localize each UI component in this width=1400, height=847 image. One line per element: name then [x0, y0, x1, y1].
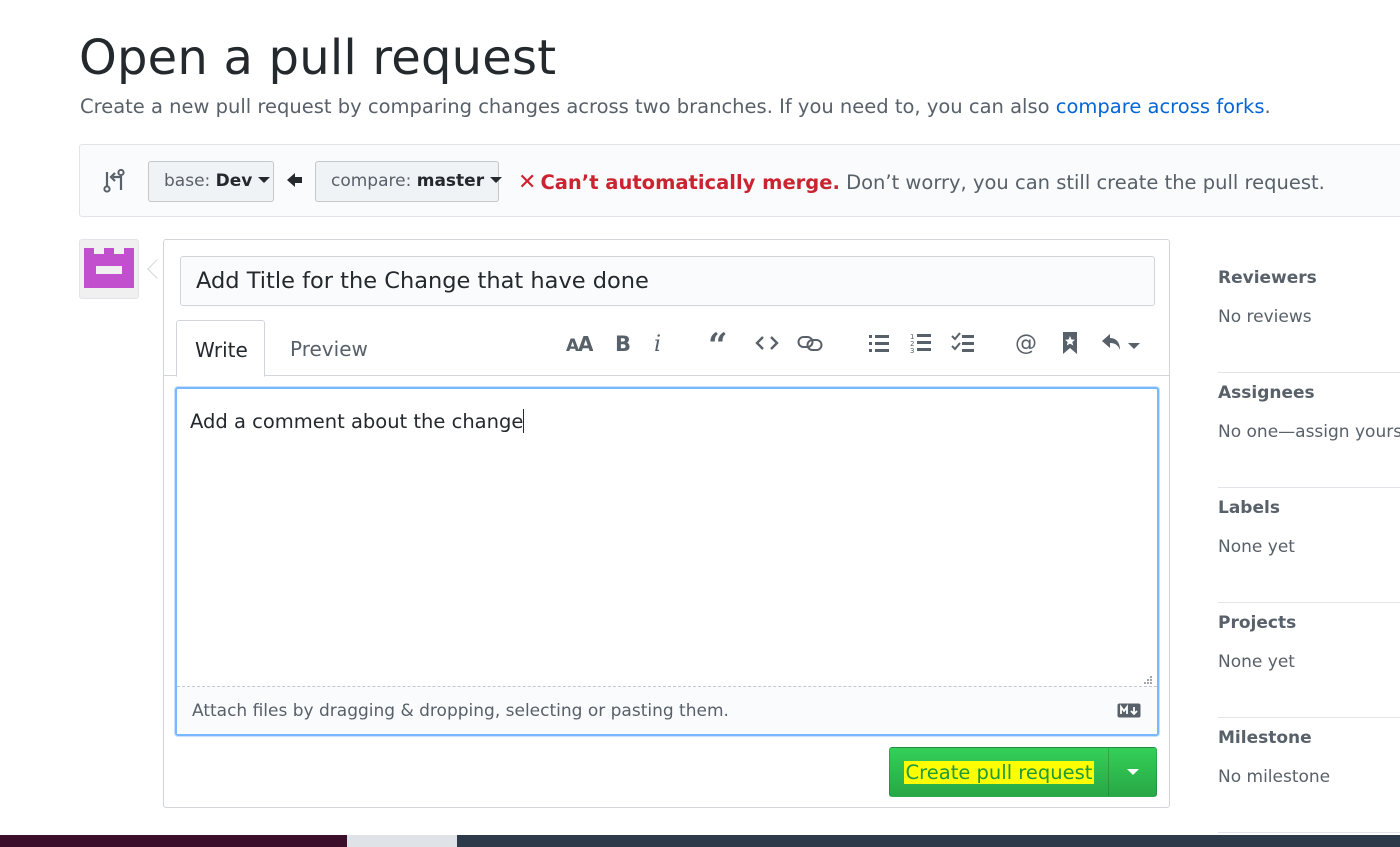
sidebar-value: None yet [1218, 652, 1295, 672]
sidebar-projects[interactable]: Projects None yet [1218, 603, 1400, 718]
text-cursor [523, 409, 525, 433]
avatar[interactable] [79, 239, 139, 299]
compare-prefix: compare: [331, 171, 417, 191]
taskbar-segment [0, 835, 347, 847]
sidebar-reviewers[interactable]: Reviewers No reviews [1218, 258, 1400, 373]
comment-value: Add a comment about the change [190, 410, 524, 433]
svg-text:3: 3 [910, 347, 914, 354]
markdown-icon[interactable] [1117, 703, 1141, 718]
sidebar-milestone[interactable]: Milestone No milestone [1218, 718, 1400, 833]
text-size-icon[interactable]: AA [564, 328, 594, 358]
merge-error-text: Can’t automatically merge. [540, 171, 840, 194]
saved-reply-icon[interactable] [1055, 328, 1085, 358]
italic-icon[interactable]: i [644, 328, 674, 358]
title-input[interactable] [180, 256, 1155, 306]
comment-text: Add a comment about the change [190, 409, 525, 433]
branch-range-bar: base: Dev compare: master ✕ Can’t automat… [79, 144, 1400, 217]
subtitle-text: Create a new pull request by comparing c… [80, 95, 1056, 118]
os-taskbar [0, 835, 1400, 847]
sidebar-assignees[interactable]: Assignees No one—assign yourse [1218, 373, 1400, 488]
sidebar-value: No reviews [1218, 307, 1312, 327]
sidebar-value: No milestone [1218, 767, 1331, 787]
comment-textarea[interactable]: Add a comment about the change Attach fi… [175, 387, 1159, 736]
compare-branch-select[interactable]: compare: master [315, 161, 503, 202]
pull-request-form: Write Preview AA B i “ 123 @ [163, 239, 1170, 808]
create-pull-request-main[interactable]: Create pull request [890, 748, 1109, 796]
svg-text:“: “ [708, 331, 728, 355]
compare-across-forks-link[interactable]: compare across forks [1056, 95, 1265, 118]
sidebar-heading: Labels [1218, 498, 1280, 518]
chevron-down-icon [258, 177, 271, 183]
sidebar-heading: Assignees [1218, 383, 1315, 403]
bulleted-list-icon[interactable] [864, 328, 894, 358]
subtitle-end: . [1264, 95, 1271, 118]
resize-grip-icon[interactable] [1143, 675, 1153, 685]
page-subtitle: Create a new pull request by comparing c… [80, 95, 1271, 118]
mention-icon[interactable]: @ [1012, 328, 1042, 358]
arrow-left-icon [287, 173, 302, 187]
editor-tabs: Write Preview AA B i “ 123 @ [164, 320, 1169, 377]
sidebar-value: None yet [1218, 537, 1295, 557]
x-icon: ✕ [518, 170, 537, 195]
file-attach-bar[interactable]: Attach files by dragging & dropping, sel… [177, 686, 1157, 734]
sidebar-labels[interactable]: Labels None yet [1218, 488, 1400, 603]
taskbar-segment [347, 835, 457, 847]
code-icon[interactable] [752, 328, 782, 358]
tab-write[interactable]: Write [176, 320, 265, 377]
bold-icon[interactable]: B [607, 328, 637, 358]
pr-sidebar: Reviewers No reviews Assignees No one—as… [1218, 258, 1400, 833]
base-prefix: base: [164, 171, 216, 191]
attach-files-text: Attach files by dragging & dropping, sel… [192, 701, 729, 721]
create-pull-request-button[interactable]: Create pull request [889, 747, 1157, 797]
create-options-dropdown[interactable] [1109, 748, 1157, 796]
quote-icon[interactable]: “ [705, 328, 735, 358]
merge-hint-text: Don’t worry, you can still create the pu… [839, 171, 1325, 194]
svg-text:A: A [578, 332, 593, 355]
sidebar-value: No one—assign yourse [1218, 422, 1400, 442]
svg-text:i: i [654, 332, 661, 355]
svg-text:@: @ [1015, 331, 1037, 355]
task-list-icon[interactable] [948, 328, 978, 358]
sidebar-heading: Reviewers [1218, 268, 1317, 288]
reply-dropdown-icon[interactable] [1099, 328, 1143, 358]
chevron-down-icon [1127, 769, 1139, 775]
base-branch-select[interactable]: base: Dev [148, 161, 274, 202]
merge-status: ✕ Can’t automatically merge. Don’t worry,… [518, 170, 1325, 195]
page-title: Open a pull request [79, 30, 557, 86]
link-icon[interactable] [795, 328, 825, 358]
numbered-list-icon[interactable]: 123 [906, 328, 936, 358]
git-compare-icon [103, 168, 125, 193]
svg-text:B: B [615, 332, 631, 355]
tab-preview[interactable]: Preview [272, 320, 386, 376]
base-branch-name: Dev [215, 171, 253, 191]
identicon-avatar-icon [84, 248, 134, 288]
sidebar-heading: Projects [1218, 613, 1297, 633]
create-pull-request-label: Create pull request [903, 760, 1095, 784]
chevron-down-icon [490, 177, 503, 183]
sidebar-heading: Milestone [1218, 728, 1312, 748]
compare-branch-name: master [416, 171, 485, 191]
